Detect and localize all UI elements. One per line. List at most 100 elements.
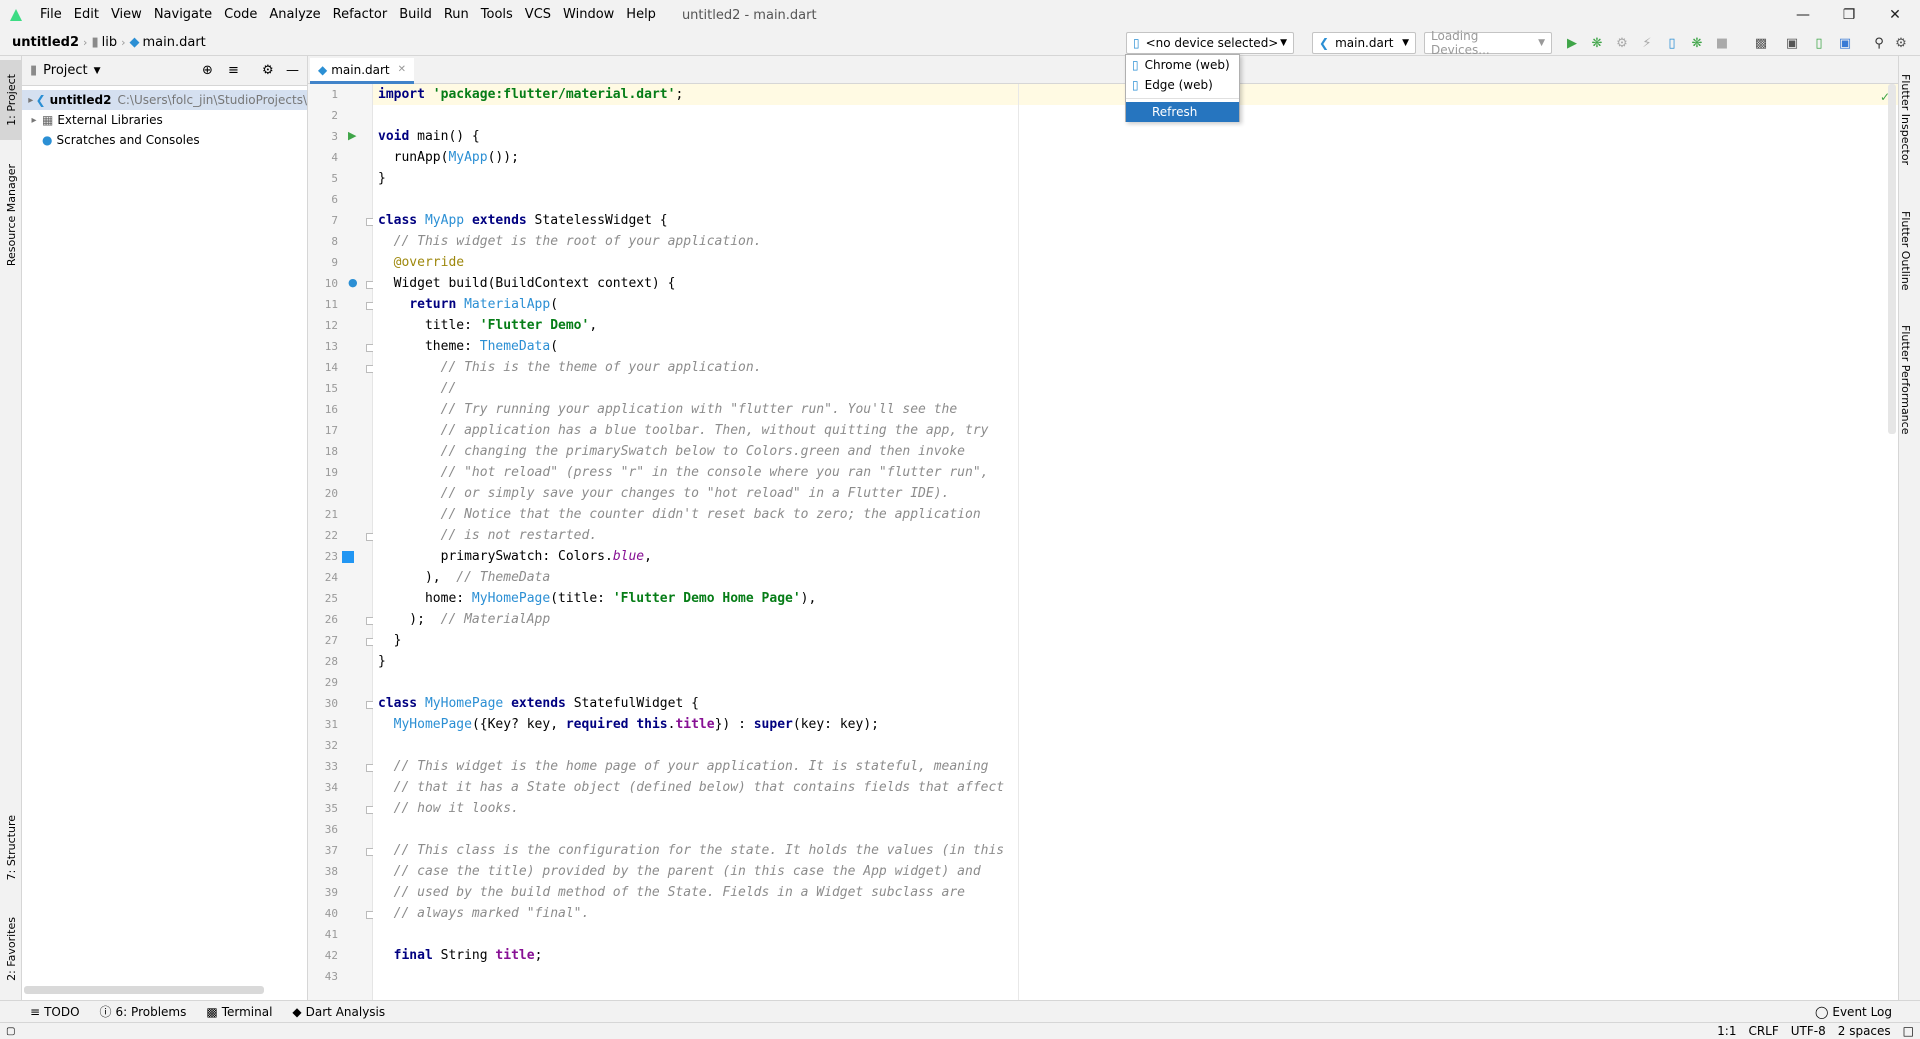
gear-icon[interactable]: ⚙ [262, 63, 274, 78]
file-encoding[interactable]: UTF-8 [1785, 1024, 1832, 1038]
layout-toggle-icon[interactable]: ▢ [6, 1026, 15, 1037]
dropdown-arrow-icon[interactable]: ▼ [94, 66, 101, 76]
code-line[interactable]: class MyApp extends StatelessWidget { [378, 210, 668, 231]
code-line[interactable]: // Notice that the counter didn't reset … [378, 504, 981, 525]
tab-todo[interactable]: ≡ TODO [20, 1005, 90, 1019]
collapse-all-icon[interactable]: ≡ [228, 63, 239, 78]
code-line[interactable]: // This class is the configuration for t… [378, 840, 1004, 861]
code-line[interactable]: // This widget is the root of your appli… [378, 231, 762, 252]
menu-item-edge[interactable]: ▯ Edge (web) [1126, 75, 1239, 95]
code-line[interactable]: void main() { [378, 126, 480, 147]
code-line[interactable]: } [378, 651, 386, 672]
menu-view[interactable]: View [105, 0, 148, 30]
code-line[interactable]: import 'package:flutter/material.dart'; [378, 84, 683, 105]
code-line[interactable]: class MyHomePage extends StatefulWidget … [378, 693, 699, 714]
code-line[interactable]: // case the title) provided by the paren… [378, 861, 981, 882]
code-line[interactable]: theme: ThemeData( [378, 336, 558, 357]
code-line[interactable]: // always marked "final". [378, 903, 590, 924]
run-icon[interactable]: ▶ [1563, 34, 1581, 52]
tree-item-untitled2[interactable]: ▸ ❮ untitled2 C:\Users\folc_jin\StudioPr… [22, 90, 307, 110]
chevron-right-icon[interactable]: ▸ [26, 95, 36, 106]
sdk-manager-icon[interactable]: ▣ [1783, 34, 1801, 52]
menu-window[interactable]: Window [557, 0, 620, 30]
horizontal-scrollbar[interactable] [24, 986, 264, 994]
menu-edit[interactable]: Edit [68, 0, 105, 30]
breadcrumb-file[interactable]: ◆ main.dart [125, 35, 209, 50]
code-line[interactable]: runApp(MyApp()); [378, 147, 519, 168]
settings-icon[interactable]: ⚙ [1892, 34, 1910, 52]
attach-icon[interactable]: ⚙ [1613, 34, 1631, 52]
breadcrumb-project[interactable]: untitled2 [8, 35, 83, 50]
code-line[interactable]: Widget build(BuildContext context) { [378, 273, 676, 294]
tab-problems[interactable]: ⓘ 6: Problems [90, 1003, 197, 1020]
menu-item-refresh[interactable]: Refresh [1126, 102, 1239, 122]
code-line[interactable]: // that it has a State object (defined b… [378, 777, 1004, 798]
menu-tools[interactable]: Tools [475, 0, 519, 30]
code-line[interactable]: MyHomePage({Key? key, required this.titl… [378, 714, 879, 735]
code-line[interactable]: title: 'Flutter Demo', [378, 315, 597, 336]
project-view-selector[interactable]: Project [43, 63, 87, 78]
code-line[interactable]: // used by the build method of the State… [378, 882, 965, 903]
code-line[interactable]: // [378, 378, 457, 399]
avd-manager-icon[interactable]: ▯ [1810, 34, 1828, 52]
code-editor[interactable]: import 'package:flutter/material.dart'; v… [373, 84, 1898, 1000]
tab-dart-analysis[interactable]: ◆ Dart Analysis [282, 1005, 395, 1019]
tab-flutter-inspector[interactable]: Flutter Inspector [1899, 60, 1920, 180]
hide-panel-icon[interactable]: — [286, 63, 299, 78]
indent-setting[interactable]: 2 spaces [1832, 1024, 1897, 1038]
chevron-right-icon[interactable]: ▸ [26, 115, 42, 126]
menu-file[interactable]: File [34, 0, 68, 30]
code-line[interactable]: } [378, 168, 386, 189]
code-line[interactable]: // application has a blue toolbar. Then,… [378, 420, 989, 441]
menu-help[interactable]: Help [620, 0, 662, 30]
tab-event-log[interactable]: ◯ Event Log [1805, 1005, 1902, 1019]
code-line[interactable]: // changing the primarySwatch below to C… [378, 441, 965, 462]
code-line[interactable]: } [378, 630, 402, 651]
code-line[interactable]: primarySwatch: Colors.blue, [378, 546, 652, 567]
menu-navigate[interactable]: Navigate [148, 0, 218, 30]
search-icon[interactable]: ⚲ [1870, 34, 1888, 52]
loading-devices-selector[interactable]: Loading Devices... ▼ [1424, 29, 1552, 57]
code-line[interactable]: ); // MaterialApp [378, 609, 550, 630]
line-ending[interactable]: CRLF [1742, 1024, 1784, 1038]
debug-icon[interactable]: ❋ [1588, 34, 1606, 52]
override-gutter-icon[interactable]: ● [348, 276, 358, 289]
color-preview-swatch[interactable] [342, 551, 354, 563]
tab-flutter-outline[interactable]: Flutter Outline [1899, 196, 1920, 306]
project-structure-icon[interactable]: ▩ [1752, 34, 1770, 52]
menu-item-chrome[interactable]: ▯ Chrome (web) [1126, 55, 1239, 75]
hot-reload-icon[interactable]: ⚡ [1638, 34, 1656, 52]
code-line[interactable]: home: MyHomePage(title: 'Flutter Demo Ho… [378, 588, 816, 609]
menu-code[interactable]: Code [218, 0, 263, 30]
menu-build[interactable]: Build [393, 0, 438, 30]
maximize-icon[interactable]: ❐ [1826, 0, 1872, 30]
tab-project[interactable]: 1: Project [0, 60, 22, 140]
profile-icon[interactable]: ❋ [1688, 34, 1706, 52]
tab-favorites[interactable]: 2: Favorites [0, 906, 22, 992]
close-icon[interactable]: ✕ [398, 64, 406, 75]
menu-vcs[interactable]: VCS [519, 0, 557, 30]
code-line[interactable]: // Try running your application with "fl… [378, 399, 958, 420]
tab-structure[interactable]: 7: Structure [0, 808, 22, 888]
tree-item-external-libraries[interactable]: ▸ ▦ External Libraries [22, 110, 307, 130]
tab-terminal[interactable]: ▩ Terminal [196, 1005, 282, 1019]
caret-position[interactable]: 1:1 [1711, 1024, 1742, 1038]
code-line[interactable]: // "hot reload" (press "r" in the consol… [378, 462, 989, 483]
tab-resource-manager[interactable]: Resource Manager [0, 150, 22, 280]
breadcrumb-lib[interactable]: ▮ lib [87, 35, 121, 50]
device-manager-icon[interactable]: ▯ [1663, 34, 1681, 52]
code-line[interactable]: final String title; [378, 945, 543, 966]
locate-icon[interactable]: ⊕ [202, 63, 213, 78]
tab-main-dart[interactable]: ◆ main.dart ✕ [310, 58, 415, 84]
minimize-icon[interactable]: — [1780, 0, 1826, 30]
stop-icon[interactable]: ■ [1713, 34, 1731, 52]
menu-refactor[interactable]: Refactor [327, 0, 394, 30]
close-icon[interactable]: ✕ [1872, 0, 1918, 30]
editor-scrollbar[interactable] [1888, 84, 1896, 434]
code-line[interactable]: @override [378, 252, 464, 273]
code-line[interactable]: // is not restarted. [378, 525, 598, 546]
lock-icon[interactable]: □ [1897, 1024, 1920, 1038]
code-line[interactable]: // This widget is the home page of your … [378, 756, 989, 777]
code-line[interactable]: return MaterialApp( [378, 294, 558, 315]
device-selector[interactable]: ▯ <no device selected> ▼ [1126, 32, 1294, 54]
